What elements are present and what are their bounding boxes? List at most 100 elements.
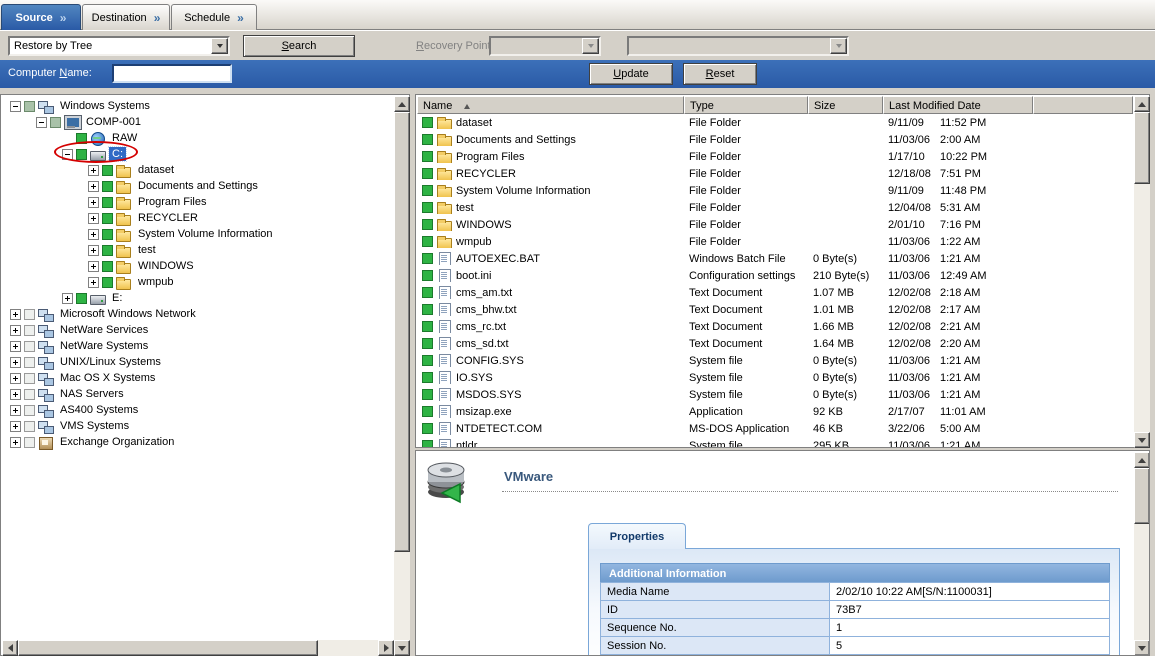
tree-item-label[interactable]: COMP-001 xyxy=(83,115,144,129)
tree-checkbox[interactable] xyxy=(102,181,113,192)
tree-item[interactable]: System Volume Information xyxy=(2,226,394,242)
tree-item[interactable]: COMP-001 xyxy=(2,114,394,130)
column-header-date[interactable]: Last Modified Date xyxy=(883,96,1033,114)
scroll-up-button[interactable] xyxy=(1134,452,1150,468)
file-name-cell[interactable]: IO.SYS xyxy=(417,371,684,384)
tree-expander[interactable] xyxy=(88,197,99,208)
file-checkbox[interactable] xyxy=(422,406,433,417)
tree-checkbox[interactable] xyxy=(102,197,113,208)
file-checkbox[interactable] xyxy=(422,168,433,179)
tree-item[interactable]: Windows Systems xyxy=(2,98,394,114)
file-checkbox[interactable] xyxy=(422,219,433,230)
tree-checkbox[interactable] xyxy=(102,165,113,176)
tree-item-label[interactable]: UNIX/Linux Systems xyxy=(57,355,164,369)
tree-checkbox[interactable] xyxy=(24,373,35,384)
tree-item-label[interactable]: System Volume Information xyxy=(135,227,276,241)
file-name-cell[interactable]: wmpub xyxy=(417,235,684,248)
file-name-cell[interactable]: dataset xyxy=(417,116,684,129)
file-row[interactable]: test File Folder 12/04/085:31 AM xyxy=(417,199,1133,216)
file-checkbox[interactable] xyxy=(422,117,433,128)
file-name-cell[interactable]: WINDOWS xyxy=(417,218,684,231)
file-name-cell[interactable]: ntldr xyxy=(417,439,684,447)
tree-checkbox[interactable] xyxy=(24,421,35,432)
tree-checkbox[interactable] xyxy=(24,309,35,320)
tree-item[interactable]: RECYCLER xyxy=(2,210,394,226)
tab-schedule[interactable]: Schedule » xyxy=(171,4,257,30)
file-row[interactable]: CONFIG.SYS System file 0 Byte(s) 11/03/0… xyxy=(417,352,1133,369)
file-checkbox[interactable] xyxy=(422,134,433,145)
file-checkbox[interactable] xyxy=(422,355,433,366)
file-row[interactable]: Documents and Settings File Folder 11/03… xyxy=(417,131,1133,148)
tree-expander[interactable] xyxy=(10,373,21,384)
file-row[interactable]: RECYCLER File Folder 12/18/087:51 PM xyxy=(417,165,1133,182)
tree-item-label[interactable]: E: xyxy=(109,291,125,305)
scroll-down-button[interactable] xyxy=(1134,640,1150,656)
tree-item[interactable]: Exchange Organization xyxy=(2,434,394,450)
file-row[interactable]: boot.ini Configuration settings 210 Byte… xyxy=(417,267,1133,284)
tree-expander[interactable] xyxy=(36,117,47,128)
tree-expander[interactable] xyxy=(10,389,21,400)
file-checkbox[interactable] xyxy=(422,253,433,264)
tree-checkbox[interactable] xyxy=(24,405,35,416)
list-vertical-scrollbar[interactable] xyxy=(1134,96,1150,448)
tree-expander[interactable] xyxy=(88,245,99,256)
scroll-left-button[interactable] xyxy=(2,640,18,656)
computer-name-input[interactable] xyxy=(112,64,232,83)
file-checkbox[interactable] xyxy=(422,202,433,213)
tree-item[interactable]: dataset xyxy=(2,162,394,178)
tree-checkbox[interactable] xyxy=(24,389,35,400)
tab-properties[interactable]: Properties xyxy=(588,523,686,549)
tree-expander[interactable] xyxy=(88,165,99,176)
file-name-cell[interactable]: cms_sd.txt xyxy=(417,337,684,350)
tree-checkbox[interactable] xyxy=(102,229,113,240)
file-name-cell[interactable]: boot.ini xyxy=(417,269,684,282)
file-checkbox[interactable] xyxy=(422,423,433,434)
tree-item-label[interactable]: wmpub xyxy=(135,275,176,289)
file-name-cell[interactable]: NTDETECT.COM xyxy=(417,422,684,435)
tree-item[interactable]: Documents and Settings xyxy=(2,178,394,194)
file-checkbox[interactable] xyxy=(422,321,433,332)
tree-item[interactable]: Mac OS X Systems xyxy=(2,370,394,386)
scroll-up-button[interactable] xyxy=(1134,96,1150,112)
tree-item[interactable]: WINDOWS xyxy=(2,258,394,274)
tree-item-label[interactable]: RAW xyxy=(109,131,140,145)
file-checkbox[interactable] xyxy=(422,236,433,247)
update-button[interactable]: Update xyxy=(589,63,673,85)
tree-item[interactable]: test xyxy=(2,242,394,258)
tree-item[interactable]: AS400 Systems xyxy=(2,402,394,418)
file-row[interactable]: MSDOS.SYS System file 0 Byte(s) 11/03/06… xyxy=(417,386,1133,403)
tree-item[interactable]: UNIX/Linux Systems xyxy=(2,354,394,370)
details-vertical-scrollbar[interactable] xyxy=(1134,452,1150,656)
tree-expander[interactable] xyxy=(10,309,21,320)
file-name-cell[interactable]: cms_rc.txt xyxy=(417,320,684,333)
tree-item-label[interactable]: NAS Servers xyxy=(57,387,127,401)
search-button[interactable]: Search xyxy=(243,35,355,57)
tree-checkbox[interactable] xyxy=(102,213,113,224)
file-checkbox[interactable] xyxy=(422,185,433,196)
tree-item-label[interactable]: Documents and Settings xyxy=(135,179,261,193)
tree-checkbox[interactable] xyxy=(102,261,113,272)
file-row[interactable]: IO.SYS System file 0 Byte(s) 11/03/061:2… xyxy=(417,369,1133,386)
scroll-down-button[interactable] xyxy=(394,640,410,656)
dropdown-arrow-button[interactable] xyxy=(582,38,599,54)
tree-checkbox[interactable] xyxy=(50,117,61,128)
recovery-point-date-dropdown[interactable] xyxy=(489,36,601,56)
file-checkbox[interactable] xyxy=(422,270,433,281)
tree-item-label[interactable]: Windows Systems xyxy=(57,99,153,113)
dropdown-arrow-button[interactable] xyxy=(830,38,847,54)
column-header-size[interactable]: Size xyxy=(808,96,883,114)
tree-item-label[interactable]: Exchange Organization xyxy=(57,435,177,449)
tree-checkbox[interactable] xyxy=(24,325,35,336)
tree-item[interactable]: NAS Servers xyxy=(2,386,394,402)
scrollbar-thumb[interactable] xyxy=(18,640,318,656)
file-row[interactable]: msizap.exe Application 92 KB 2/17/0711:0… xyxy=(417,403,1133,420)
file-row[interactable]: AUTOEXEC.BAT Windows Batch File 0 Byte(s… xyxy=(417,250,1133,267)
file-checkbox[interactable] xyxy=(422,304,433,315)
tree-expander[interactable] xyxy=(10,325,21,336)
tree-item[interactable]: Program Files xyxy=(2,194,394,210)
tree-horizontal-scrollbar[interactable] xyxy=(2,640,394,656)
reset-button[interactable]: Reset xyxy=(683,63,757,85)
tree-checkbox[interactable] xyxy=(76,133,87,144)
tree-item-label[interactable]: Microsoft Windows Network xyxy=(57,307,199,321)
tree-expander[interactable] xyxy=(10,341,21,352)
